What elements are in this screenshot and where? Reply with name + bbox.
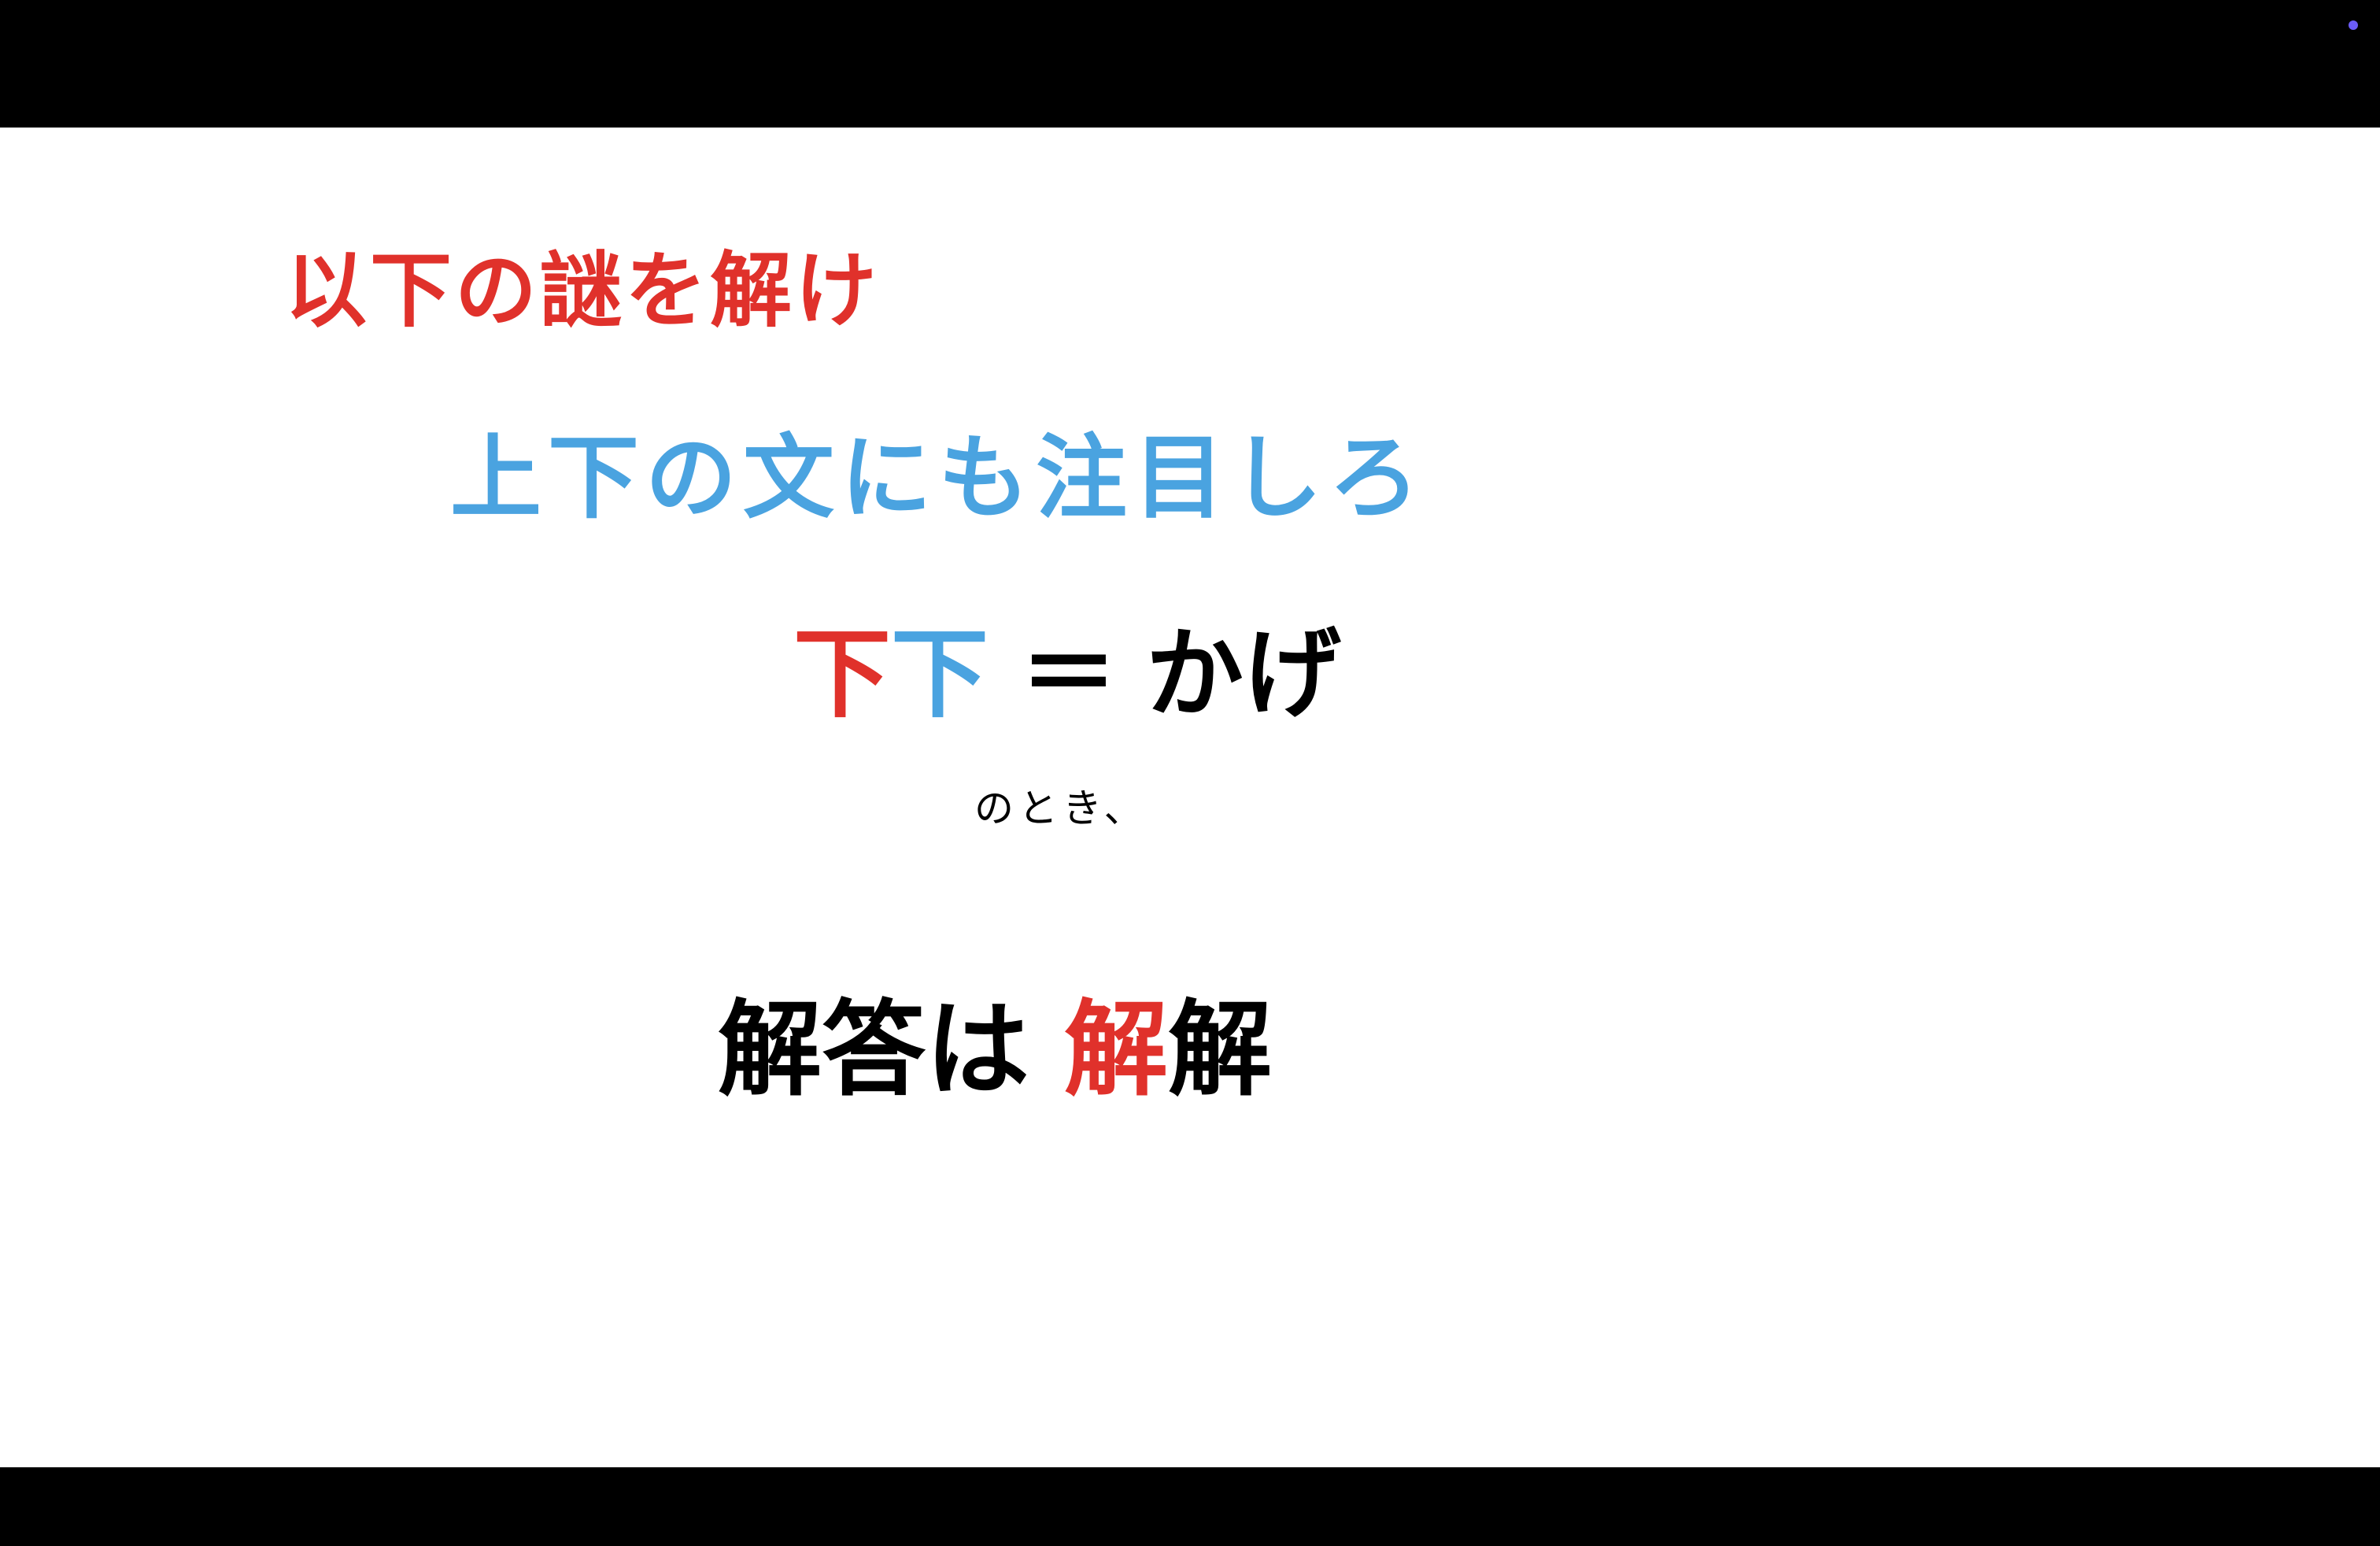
slide-canvas: 以下の謎を解け 上下の文にも注目しろ 下下＝かげ のとき、 解答は 解解 [0, 128, 2380, 1467]
answer-prefix: 解答は [718, 989, 1029, 1111]
answer-line: 解答は 解解 [718, 998, 1272, 1102]
top-black-bar [0, 0, 2380, 128]
answer-red-char: 解 [1064, 989, 1168, 1111]
equation-left-red-char: 下 [793, 618, 892, 731]
equation-left-blue-char: 下 [891, 618, 989, 731]
hint-text: 上下の文にも注目しろ [450, 425, 1426, 531]
equation-right: かげ [1146, 618, 1342, 731]
riddle-equation: 下下＝かげ [793, 626, 1341, 723]
answer-black-char: 解 [1168, 989, 1272, 1111]
bottom-black-bar [0, 1467, 2380, 1546]
caption-text: のとき、 [974, 786, 1148, 831]
instruction-text: 以下の謎を解け [285, 242, 881, 338]
recording-indicator-icon [2349, 20, 2358, 30]
equals-sign: ＝ [1020, 618, 1118, 731]
